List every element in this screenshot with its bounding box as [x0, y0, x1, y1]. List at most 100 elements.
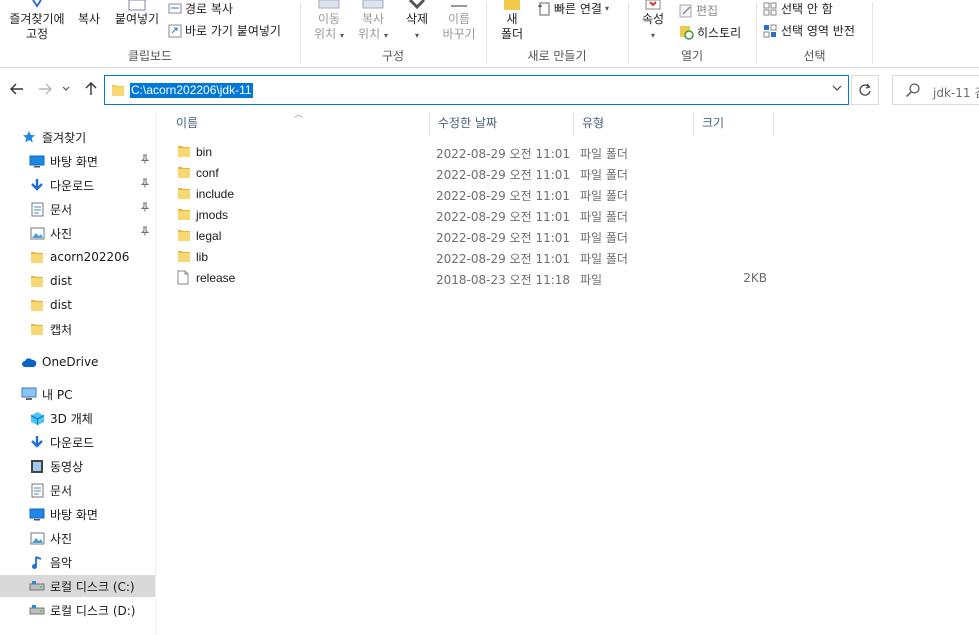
- file-row[interactable]: bin 2022-08-29 오전 11:01 파일 폴더: [160, 142, 780, 163]
- sidebar-pc-item-2[interactable]: 동영상: [0, 455, 155, 477]
- forward-button[interactable]: [36, 80, 54, 98]
- sidebar-pc-item-8[interactable]: 로컬 디스크 (D:): [0, 599, 155, 621]
- column-name[interactable]: 이름: [168, 112, 430, 136]
- file-row[interactable]: release 2018-08-23 오전 11:18 파일 2KB: [160, 268, 780, 289]
- edit-button[interactable]: 편집: [679, 2, 718, 19]
- pin-to-quick-access-button[interactable]: 즐겨찾기에 고정: [4, 0, 70, 42]
- column-name-label: 이름: [176, 116, 199, 130]
- sidebar-pc-item-4[interactable]: 바탕 화면: [0, 503, 155, 525]
- copy-path-button[interactable]: 경로 복사: [168, 0, 233, 17]
- cloud-icon: [20, 354, 38, 370]
- sidebar-item-5[interactable]: dist: [0, 270, 155, 292]
- rename-button[interactable]: 이름 바꾸기: [437, 0, 481, 42]
- open-group: 속성 ▾ 편집 히스토리 열기: [629, 0, 755, 68]
- search-box[interactable]: jdk-11 검색: [892, 75, 979, 105]
- sidebar-pc-item-5[interactable]: 사진: [0, 527, 155, 549]
- select-none-icon: [763, 2, 777, 15]
- up-button[interactable]: [82, 80, 100, 98]
- this-pc-item[interactable]: 내 PC: [20, 383, 175, 405]
- column-type[interactable]: 유형: [574, 112, 694, 136]
- file-name[interactable]: jmods: [196, 208, 228, 222]
- quick-access-item[interactable]: 즐겨찾기: [20, 126, 175, 148]
- file-name[interactable]: release: [196, 271, 235, 285]
- sidebar-pc-item-label: 로컬 디스크 (D:): [50, 603, 136, 618]
- address-bar[interactable]: C:\acorn202206\jdk-11: [104, 75, 849, 105]
- file-icon: [177, 270, 189, 288]
- forward-arrow-icon: [39, 83, 52, 95]
- column-header: ︿ 이름 수정한 날짜 유형 크기: [160, 110, 979, 136]
- file-name[interactable]: conf: [196, 166, 219, 180]
- pin-icon[interactable]: [140, 226, 150, 239]
- sidebar-pc-item-1[interactable]: 다운로드: [0, 431, 155, 453]
- clipboard-group: 즐겨찾기에 고정 복사 붙여넣기 경로 복사 바로 가기 붙여넣기 클립보드: [0, 0, 300, 68]
- file-name[interactable]: legal: [196, 229, 221, 243]
- clipboard-group-label: 클립보드: [127, 49, 173, 63]
- file-row[interactable]: include 2022-08-29 오전 11:01 파일 폴더: [160, 184, 780, 205]
- file-row[interactable]: legal 2022-08-29 오전 11:01 파일 폴더: [160, 226, 780, 247]
- file-row[interactable]: conf 2022-08-29 오전 11:01 파일 폴더: [160, 163, 780, 184]
- refresh-button[interactable]: [851, 75, 879, 105]
- video-icon: [28, 458, 46, 474]
- sidebar-pc-item-0[interactable]: 3D 개체: [0, 407, 155, 429]
- history-button[interactable]: 히스토리: [679, 24, 741, 41]
- new-folder-button[interactable]: 새 폴더: [497, 0, 527, 42]
- recent-locations-button[interactable]: [60, 80, 72, 98]
- music-icon: [28, 554, 46, 570]
- column-size[interactable]: 크기: [694, 112, 774, 136]
- file-row[interactable]: jmods 2022-08-29 오전 11:01 파일 폴더: [160, 205, 780, 226]
- file-date: 2022-08-29 오전 11:01: [436, 168, 571, 182]
- folder-icon: [28, 249, 46, 265]
- history-label: 히스토리: [697, 26, 742, 40]
- sidebar-pc-item-6[interactable]: 음악: [0, 551, 155, 573]
- column-date[interactable]: 수정한 날짜: [430, 112, 574, 136]
- rename-label-2: 바꾸기: [442, 27, 476, 41]
- sidebar-item-3[interactable]: 사진: [0, 222, 155, 244]
- sidebar-item-label: 문서: [50, 202, 73, 217]
- navigation-bar: C:\acorn202206\jdk-11 jdk-11 검색: [0, 72, 979, 108]
- sidebar-pc-item-label: 다운로드: [50, 435, 95, 450]
- file-row[interactable]: lib 2022-08-29 오전 11:01 파일 폴더: [160, 247, 780, 268]
- address-path-text[interactable]: C:\acorn202206\jdk-11: [130, 83, 253, 98]
- copy-to-label-2: 위치: [358, 27, 381, 41]
- copy-button[interactable]: 복사: [74, 12, 104, 27]
- properties-button[interactable]: 속성 ▾: [635, 0, 671, 43]
- delete-label: 삭제: [405, 12, 429, 26]
- dropdown-caret-icon: ▾: [383, 31, 388, 40]
- select-none-button[interactable]: 선택 안 함: [763, 0, 833, 17]
- sidebar-pc-item-7[interactable]: 로컬 디스크 (C:): [0, 575, 155, 597]
- pin-icon[interactable]: [140, 154, 150, 167]
- sidebar-pc-item-label: 사진: [50, 531, 73, 546]
- sidebar-pc-item-3[interactable]: 문서: [0, 479, 155, 501]
- sidebar-item-4[interactable]: acorn202206: [0, 246, 155, 268]
- sidebar-item-0[interactable]: 바탕 화면: [0, 150, 155, 172]
- ribbon: 즐겨찾기에 고정 복사 붙여넣기 경로 복사 바로 가기 붙여넣기 클립보드 이…: [0, 0, 979, 68]
- copy-to-button[interactable]: 복사 위치 ▾: [351, 0, 395, 43]
- easy-access-button[interactable]: 빠른 연결 ▾: [537, 0, 609, 17]
- file-type: 파일 폴더: [580, 147, 628, 161]
- folder-icon: [177, 165, 191, 182]
- paste-button[interactable]: 붙여넣기: [110, 0, 164, 27]
- sidebar-item-7[interactable]: 캡처: [0, 318, 155, 340]
- sidebar-item-2[interactable]: 문서: [0, 198, 155, 220]
- history-icon: [680, 26, 694, 40]
- delete-button[interactable]: 삭제 ▾: [399, 0, 435, 43]
- properties-label: 속성: [641, 12, 665, 26]
- column-date-label: 수정한 날짜: [438, 116, 498, 130]
- sidebar-item-1[interactable]: 다운로드: [0, 174, 155, 196]
- back-button[interactable]: [8, 80, 26, 98]
- folder-icon: [28, 273, 46, 289]
- move-to-button[interactable]: 이동 위치 ▾: [307, 0, 351, 43]
- paste-icon: [128, 0, 146, 11]
- pin-icon[interactable]: [140, 202, 150, 215]
- file-name[interactable]: lib: [196, 250, 208, 264]
- pin-icon[interactable]: [140, 178, 150, 191]
- move-to-label-1: 이동: [317, 12, 341, 26]
- file-name[interactable]: bin: [196, 145, 212, 159]
- computer-icon: [20, 386, 38, 402]
- address-dropdown-button[interactable]: [832, 83, 842, 94]
- paste-shortcut-button[interactable]: 바로 가기 붙여넣기: [168, 22, 281, 39]
- onedrive-item[interactable]: OneDrive: [20, 351, 175, 373]
- sidebar-item-6[interactable]: dist: [0, 294, 155, 316]
- invert-selection-button[interactable]: 선택 영역 반전: [763, 22, 855, 39]
- file-name[interactable]: include: [196, 187, 234, 201]
